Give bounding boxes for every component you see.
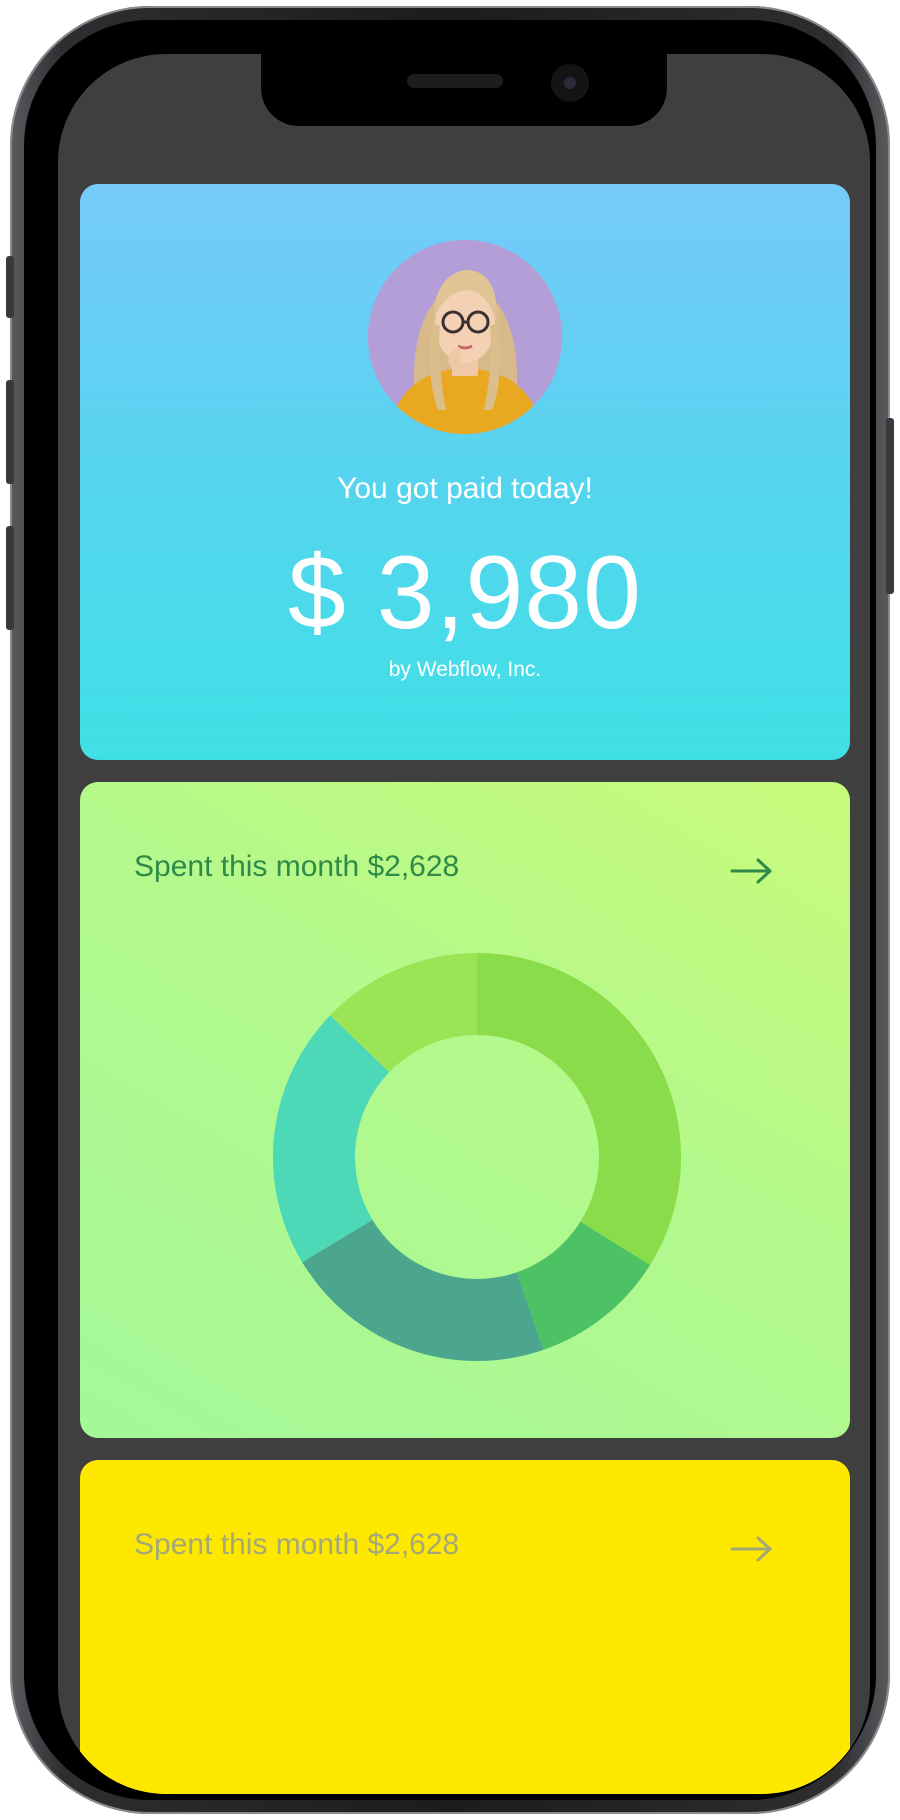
phone-frame: You got paid today! $ 3,980 by Webflow, … <box>6 6 894 1814</box>
speaker-grille <box>407 74 503 88</box>
arrow-right-icon[interactable] <box>730 856 774 886</box>
silent-switch <box>6 256 14 318</box>
spent-card[interactable]: Spent this month $2,628 <box>80 782 850 1438</box>
paid-card[interactable]: You got paid today! $ 3,980 by Webflow, … <box>80 184 850 760</box>
paid-title: You got paid today! <box>337 472 593 505</box>
phone-bezel: You got paid today! $ 3,980 by Webflow, … <box>24 20 876 1800</box>
volume-up-button <box>6 380 14 484</box>
front-camera-icon <box>551 64 589 102</box>
spent-title: Spent this month $2,628 <box>134 850 460 883</box>
user-avatar-icon <box>368 240 562 434</box>
paid-amount: $ 3,980 <box>288 535 642 651</box>
phone-screen: You got paid today! $ 3,980 by Webflow, … <box>58 54 870 1794</box>
yellow-spent-title: Spent this month $2,628 <box>134 1528 460 1561</box>
donut-segment-1[interactable] <box>477 953 681 1266</box>
avatar[interactable] <box>368 240 562 434</box>
spending-donut-chart[interactable] <box>272 952 682 1362</box>
power-button <box>886 418 894 594</box>
donut-segment-3[interactable] <box>302 1219 544 1361</box>
notch <box>261 54 667 126</box>
payer-label: by Webflow, Inc. <box>388 658 542 681</box>
yellow-spent-card[interactable]: Spent this month $2,628 <box>80 1460 850 1794</box>
volume-down-button <box>6 526 14 630</box>
arrow-right-icon[interactable] <box>730 1534 774 1564</box>
